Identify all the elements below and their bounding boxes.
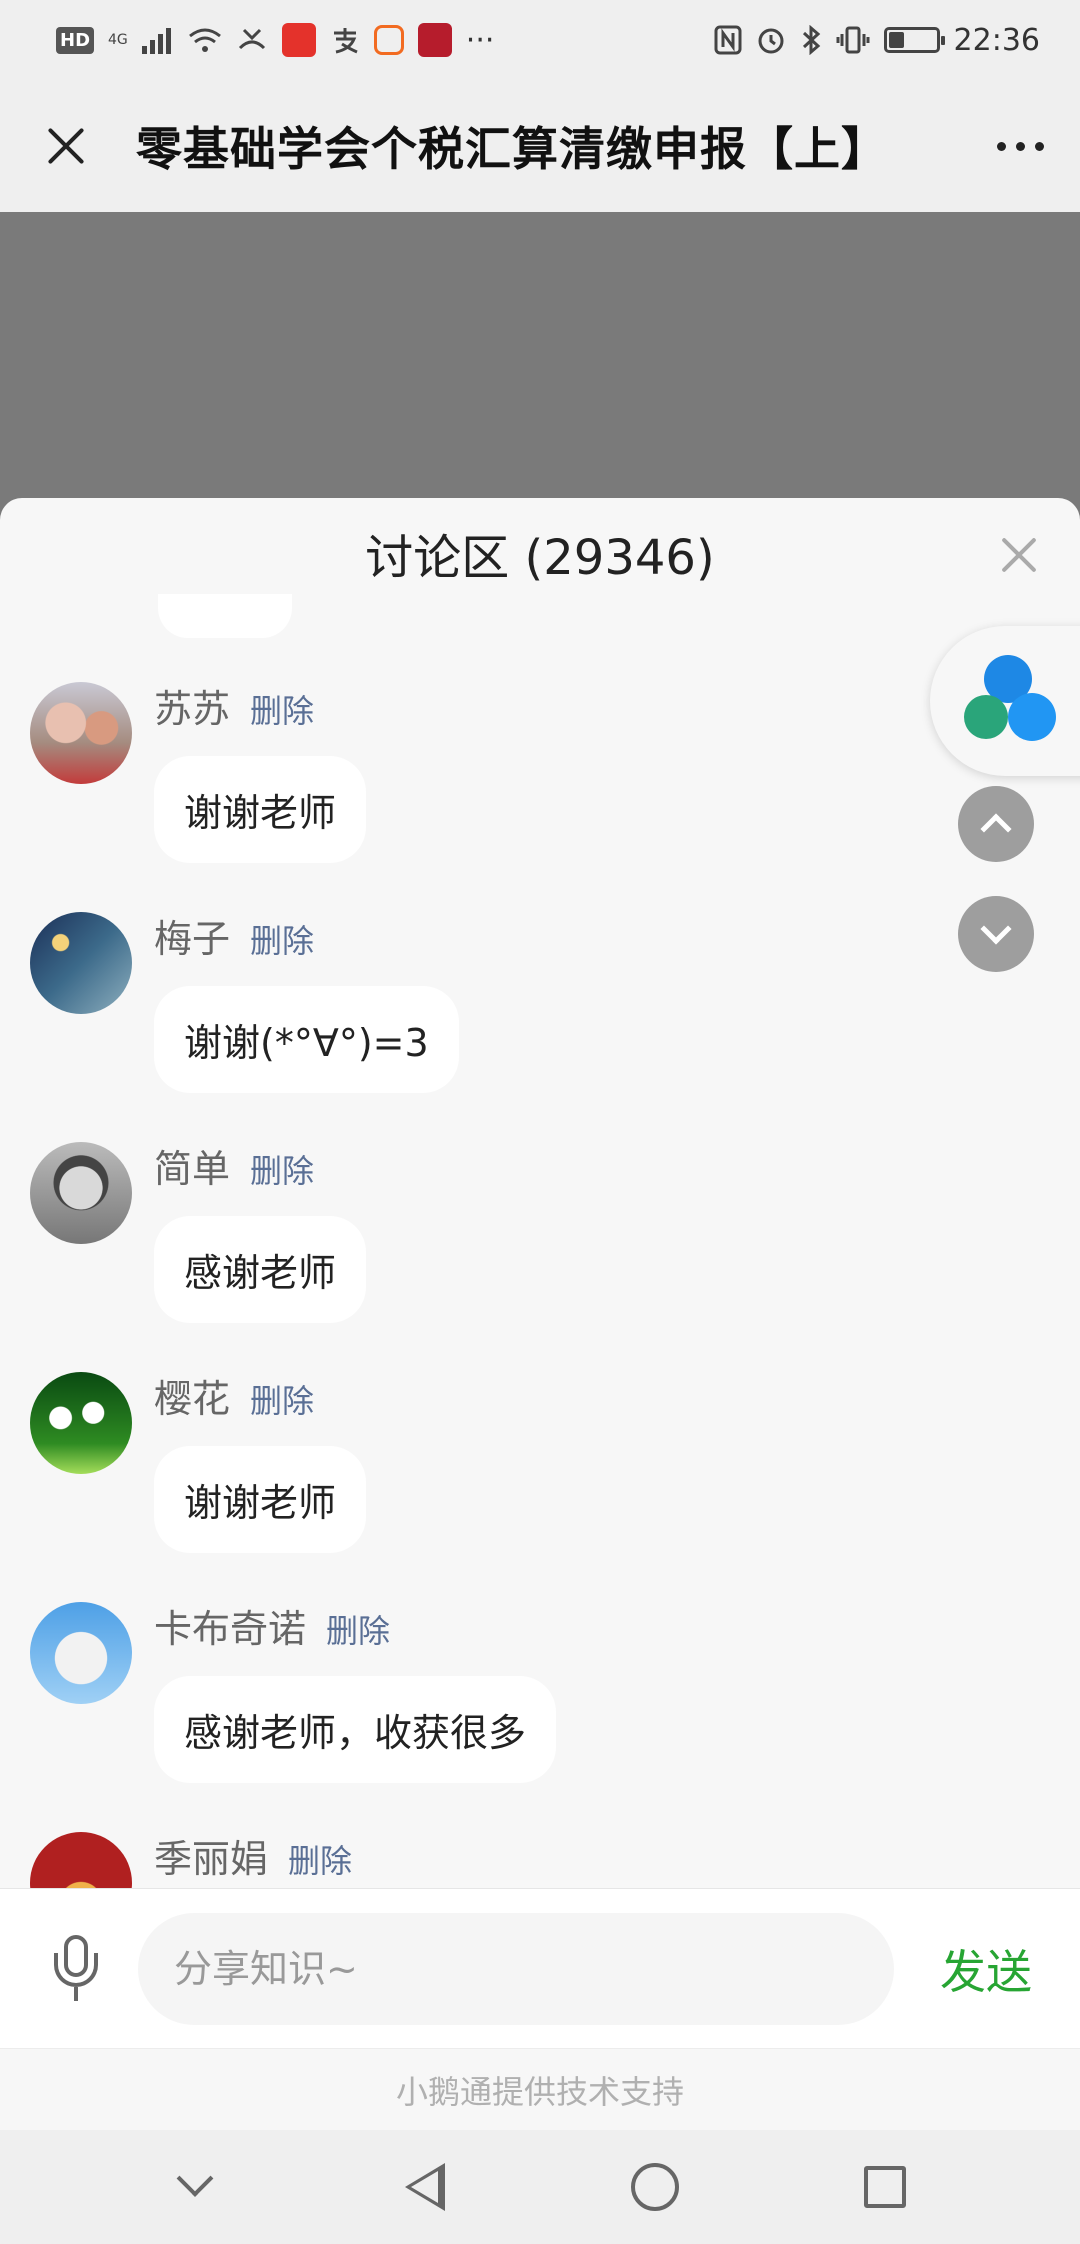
navigation-bar xyxy=(0,2130,1080,2244)
discussion-sheet: 讨论区 (29346) 苏苏 删除 谢谢老师 梅子 删除 谢谢(*°∀°)=3 … xyxy=(0,498,1080,1888)
page-title: 零基础学会个税汇算清缴申报【上】 xyxy=(136,122,888,176)
delete-link[interactable]: 删除 xyxy=(250,1376,314,1422)
message-item: 季丽娟 删除 xyxy=(0,1828,1080,1888)
microphone-icon[interactable] xyxy=(46,1929,106,2009)
nav-home-button[interactable] xyxy=(615,2147,695,2227)
taobao-icon xyxy=(373,25,404,55)
app-notification-icon xyxy=(281,23,316,57)
missed-call-icon xyxy=(236,26,268,54)
alipay-icon xyxy=(330,25,360,55)
status-bar: HD 4G ··· 22:36 xyxy=(0,0,1080,80)
brand-float-button[interactable] xyxy=(930,626,1080,776)
input-bar: 发送 xyxy=(0,1888,1080,2048)
message-bubble: 谢谢老师 xyxy=(154,756,367,863)
message-header: 樱花 删除 xyxy=(154,1368,314,1423)
comment-input[interactable] xyxy=(138,1912,894,2025)
previous-message-bubble xyxy=(158,594,292,638)
avatar[interactable] xyxy=(30,1372,132,1474)
user-name: 苏苏 xyxy=(154,687,231,731)
delete-link[interactable]: 删除 xyxy=(326,1606,390,1652)
status-right: 22:36 xyxy=(714,23,1040,58)
more-icon[interactable] xyxy=(997,141,1044,151)
recents-square-icon xyxy=(864,2166,906,2208)
close-icon[interactable] xyxy=(36,116,96,176)
scroll-up-button[interactable] xyxy=(958,786,1034,862)
nav-back-button[interactable] xyxy=(385,2147,465,2227)
avatar[interactable] xyxy=(30,1832,132,1888)
powered-by: 小鹅通提供技术支持 xyxy=(0,2048,1080,2130)
avatar[interactable] xyxy=(30,1602,132,1704)
avatar[interactable] xyxy=(30,1142,132,1244)
delete-link[interactable]: 删除 xyxy=(250,916,314,962)
sheet-close-icon[interactable] xyxy=(996,532,1042,578)
sheet-header: 讨论区 (29346) xyxy=(0,498,1080,608)
message-item: 樱花 删除 谢谢老师 xyxy=(0,1368,1080,1598)
user-name: 季丽娟 xyxy=(154,1837,269,1881)
avatar[interactable] xyxy=(30,912,132,1014)
discussion-title: 讨论区 (29346) xyxy=(365,530,715,586)
message-item: 卡布奇诺 删除 感谢老师，收获很多 xyxy=(0,1598,1080,1828)
message-item: 苏苏 删除 谢谢老师 xyxy=(0,678,1080,908)
delete-link[interactable]: 删除 xyxy=(250,1146,314,1192)
message-header: 苏苏 删除 xyxy=(154,678,314,733)
message-bubble: 谢谢老师 xyxy=(154,1446,367,1553)
back-triangle-icon xyxy=(405,2163,445,2211)
vibrate-icon xyxy=(836,25,870,55)
battery-icon xyxy=(883,27,945,53)
alarm-icon xyxy=(756,25,786,55)
message-list[interactable]: 苏苏 删除 谢谢老师 梅子 删除 谢谢(*°∀°)=3 简单 删除 感谢老师 樱… xyxy=(0,678,1080,1888)
nav-collapse-button[interactable] xyxy=(155,2147,235,2227)
message-bubble: 感谢老师，收获很多 xyxy=(154,1676,557,1783)
signal-icon xyxy=(141,26,174,54)
avatar[interactable] xyxy=(30,682,132,784)
nav-recents-button[interactable] xyxy=(845,2147,925,2227)
hd-indicator: HD xyxy=(56,26,95,54)
message-header: 卡布奇诺 删除 xyxy=(154,1598,390,1653)
message-item: 梅子 删除 谢谢(*°∀°)=3 xyxy=(0,908,1080,1138)
user-name: 梅子 xyxy=(154,917,231,961)
clock: 22:36 xyxy=(953,22,1040,58)
chevron-down-icon xyxy=(980,913,1012,945)
nfc-icon xyxy=(714,25,742,55)
bluetooth-icon xyxy=(800,25,822,55)
message-header: 简单 删除 xyxy=(154,1138,314,1193)
message-header: 季丽娟 删除 xyxy=(154,1828,352,1883)
user-name: 简单 xyxy=(154,1147,231,1191)
delete-link[interactable]: 删除 xyxy=(288,1836,352,1882)
more-notifications: ··· xyxy=(465,22,495,58)
user-name: 卡布奇诺 xyxy=(154,1607,307,1651)
scroll-down-button[interactable] xyxy=(958,896,1034,972)
wifi-icon xyxy=(188,26,222,54)
title-bar: 零基础学会个税汇算清缴申报【上】 xyxy=(0,80,1080,212)
status-left: HD 4G ··· xyxy=(56,23,494,58)
message-header: 梅子 删除 xyxy=(154,908,314,963)
xiaoetong-logo-icon xyxy=(964,655,1056,747)
user-name: 樱花 xyxy=(154,1377,231,1421)
home-circle-icon xyxy=(631,2163,679,2211)
delete-link[interactable]: 删除 xyxy=(250,686,314,732)
network-type: 4G xyxy=(108,32,128,48)
message-bubble: 感谢老师 xyxy=(154,1216,367,1323)
send-button[interactable]: 发送 xyxy=(940,1936,1032,2002)
huawei-icon xyxy=(417,23,452,57)
message-item: 简单 删除 感谢老师 xyxy=(0,1138,1080,1368)
message-bubble: 谢谢(*°∀°)=3 xyxy=(154,986,459,1093)
chevron-up-icon xyxy=(980,813,1012,845)
chevron-down-icon xyxy=(176,2160,214,2197)
